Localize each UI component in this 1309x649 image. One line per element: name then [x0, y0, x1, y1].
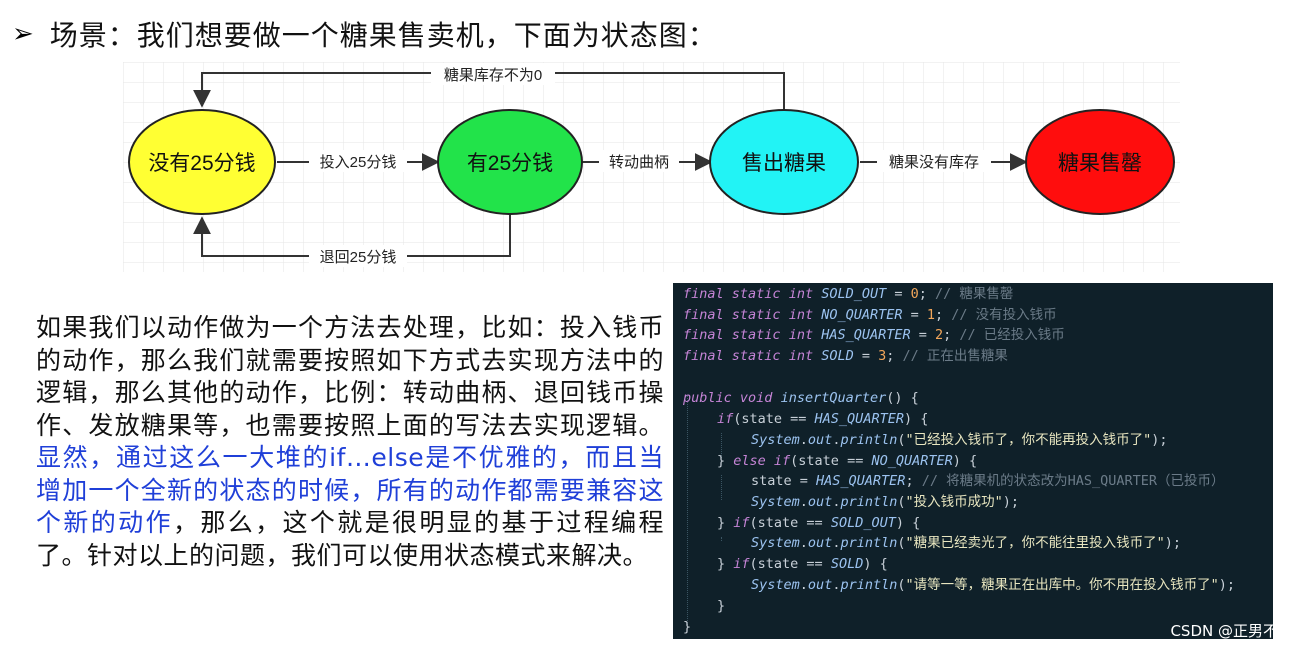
label-turn: 转动曲柄 [609, 154, 669, 171]
code-line-11: } if(state == SOLD_OUT) { [717, 515, 921, 531]
state-has-quarter-label: 有25分钱 [467, 152, 553, 175]
code-line-1: final static int SOLD_OUT = 0; // 糖果售罄 [683, 286, 1014, 302]
code-line-16: } [683, 619, 692, 635]
code-line-2: final static int NO_QUARTER = 1; // 没有投入… [683, 307, 1057, 323]
heading-text: 场景：我们想要做一个糖果售卖机，下面为状态图： [49, 19, 717, 52]
code-panel: final static int SOLD_OUT = 0; // 糖果售罄 f… [673, 283, 1273, 639]
state-sold-out-label: 糖果售罄 [1058, 152, 1142, 175]
code-line-8: } else if(state == NO_QUARTER) { [717, 453, 978, 469]
code-line-10: System.out.println("投入钱币成功"); [751, 494, 1020, 510]
label-sold-out: 糖果没有库存 [889, 154, 979, 171]
code-line-15: } [717, 598, 726, 614]
code-line-5: public void insertQuarter() { [683, 390, 919, 406]
explanation-paragraph: 如果我们以动作做为一个方法去处理，比如：投入钱币的动作，那么我们就需要按照如下方… [36, 312, 664, 572]
label-insert: 投入25分钱 [320, 154, 397, 171]
code-line-6: if(state == HAS_QUARTER) { [717, 411, 929, 427]
code-line-3: final static int HAS_QUARTER = 2; // 已经投… [683, 327, 1065, 343]
code-line-4: final static int SOLD = 3; // 正在出售糖果 [683, 348, 1008, 364]
code-line-7: System.out.println("已经投入钱币了，你不能再投入钱币了"); [751, 432, 1168, 448]
state-diagram: 投入25分钱 转动曲柄 糖果没有库存 退回25分钱 糖果库存不为0 没有25分钱… [123, 62, 1180, 272]
watermark: CSDN @正男不哭 [1170, 622, 1293, 640]
paragraph-part1: 如果我们以动作做为一个方法去处理，比如：投入钱币的动作，那么我们就需要按照如下方… [36, 313, 664, 440]
code-line-12: System.out.println("糖果已经卖光了，你不能往里投入钱币了")… [751, 535, 1182, 551]
state-no-quarter-label: 没有25分钱 [148, 152, 255, 175]
code-line-9: state = HAS_QUARTER; // 将糖果机的状态改为HAS_QUA… [751, 473, 1225, 489]
label-refund: 退回25分钱 [320, 249, 397, 266]
code-line-14: System.out.println("请等一等，糖果正在出库中。你不用在投入钱… [751, 577, 1236, 593]
state-sold-label: 售出糖果 [742, 152, 826, 175]
label-back: 糖果库存不为0 [444, 67, 542, 84]
page-heading: ➢ 场景：我们想要做一个糖果售卖机，下面为状态图： [12, 14, 717, 54]
bullet-arrow-icon: ➢ [12, 19, 34, 49]
code-line-13: } if(state == SOLD) { [717, 556, 888, 572]
